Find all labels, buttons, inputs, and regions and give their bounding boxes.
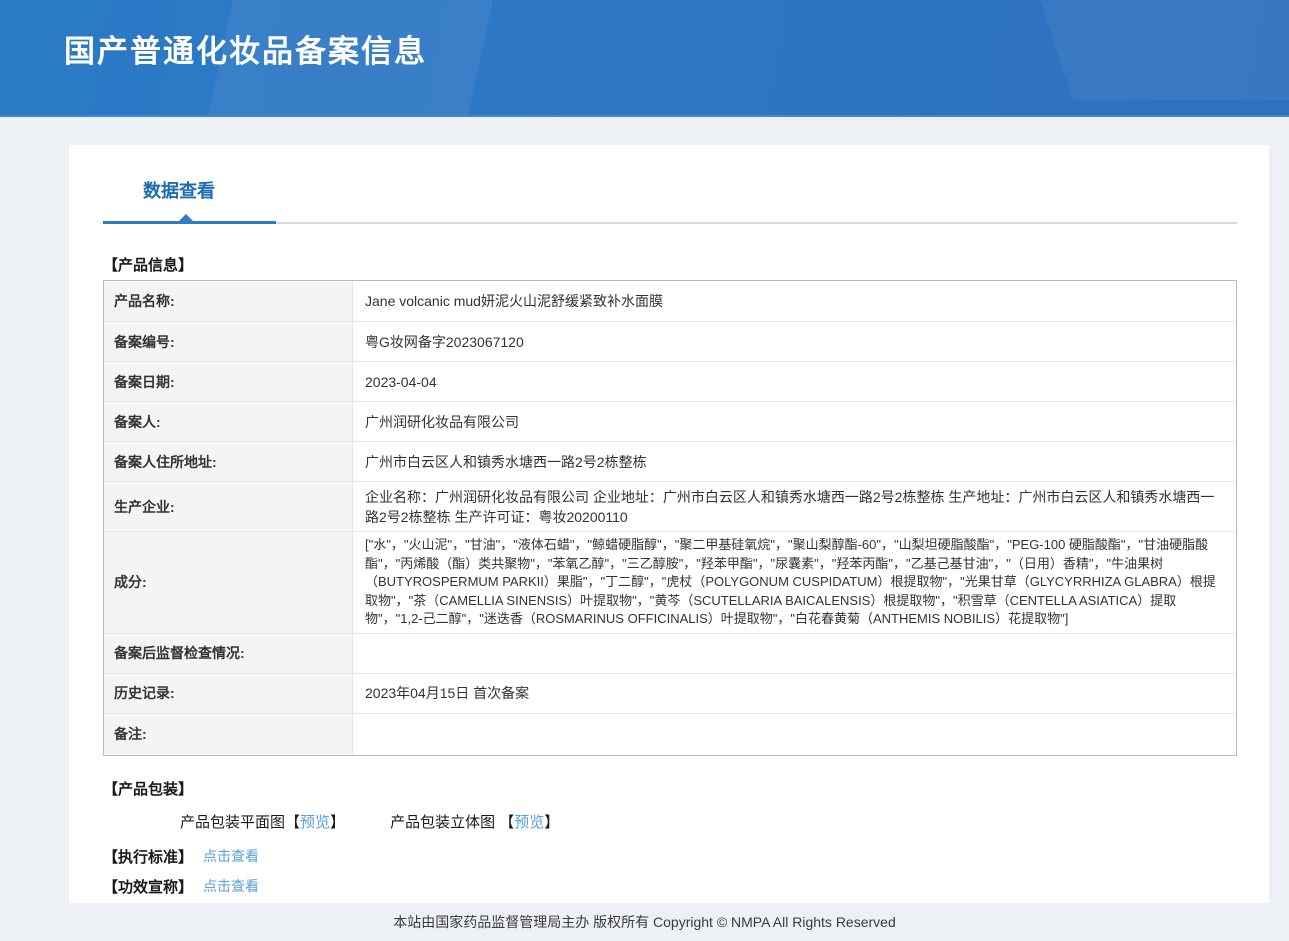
main-card: 数据查看 【产品信息】 产品名称: Jane volcanic mud妍泥火山泥… [69,145,1269,903]
row-label: 备案人住所地址: [104,442,353,481]
table-row-ingredients: 成分: ["水"，"火山泥"，"甘油"，"液体石蜡"，"鲸蜡硬脂醇"，"聚二甲基… [104,531,1236,633]
row-label: 备案编号: [104,322,353,361]
efficacy-section-title: 【功效宣称】 [103,876,193,897]
copyright-text: 本站由国家药品监督管理局主办 版权所有 Copyright © NMPA All… [393,914,895,930]
row-value: 2023年04月15日 首次备案 [353,674,1236,713]
packaging-stereo-group: 产品包装立体图 【预览】 [390,811,559,832]
packaging-stereo-label: 产品包装立体图 [390,814,495,831]
row-label: 备注: [104,714,353,755]
row-value: 企业名称：广州润研化妆品有限公司 企业地址：广州市白云区人和镇秀水塘西一路2号2… [353,482,1236,531]
row-label: 生产企业: [104,482,353,531]
packaging-flat-preview-link[interactable]: 预览 [300,814,330,831]
row-label: 备案后监督检查情况: [104,634,353,673]
row-value: 2023-04-04 [353,362,1236,401]
table-row-registrant-address: 备案人住所地址: 广州市白云区人和镇秀水塘西一路2号2栋整栋 [104,441,1236,481]
standard-section-title: 【执行标准】 [103,846,193,867]
page-header: 国产普通化妆品备案信息 [0,0,1289,117]
product-info-section-title: 【产品信息】 [103,254,1269,275]
row-value: 广州市白云区人和镇秀水塘西一路2号2栋整栋 [353,442,1236,481]
page-title: 国产普通化妆品备案信息 [64,26,427,71]
tab-active-triangle-icon [179,214,193,221]
efficacy-view-link[interactable]: 点击查看 [203,876,259,896]
row-value: Jane volcanic mud妍泥火山泥舒缓紧致补水面膜 [353,281,1236,321]
row-value: ["水"，"火山泥"，"甘油"，"液体石蜡"，"鲸蜡硬脂醇"，"聚二甲基硅氧烷"… [353,532,1236,633]
page-footer: 本站由国家药品监督管理局主办 版权所有 Copyright © NMPA All… [0,903,1289,941]
row-value [353,634,1236,673]
row-label: 历史记录: [104,674,353,713]
tab-data-view[interactable]: 数据查看 [143,177,215,203]
row-label: 备案日期: [104,362,353,401]
table-row-registration-date: 备案日期: 2023-04-04 [104,361,1236,401]
table-row-product-name: 产品名称: Jane volcanic mud妍泥火山泥舒缓紧致补水面膜 [104,281,1236,321]
row-label: 产品名称: [104,281,353,321]
standard-view-link[interactable]: 点击查看 [203,846,259,866]
table-row-registration-number: 备案编号: 粤G妆网备字2023067120 [104,321,1236,361]
row-value: 粤G妆网备字2023067120 [353,322,1236,361]
row-label: 备案人: [104,402,353,441]
packaging-flat-label: 产品包装平面图 [180,814,285,831]
packaging-stereo-preview-link[interactable]: 预览 [514,814,544,831]
product-info-table: 产品名称: Jane volcanic mud妍泥火山泥舒缓紧致补水面膜 备案编… [103,280,1237,756]
table-row-registrant: 备案人: 广州润研化妆品有限公司 [104,401,1236,441]
packaging-links-row: 产品包装平面图【预览】 产品包装立体图 【预览】 [103,811,1269,832]
packaging-flat-group: 产品包装平面图【预览】 [180,811,345,832]
row-value [353,714,1236,755]
efficacy-row: 【功效宣称】 点击查看 [103,876,1269,897]
bracket-open: 【 [499,814,514,831]
tab-active-underline [103,221,276,224]
bracket-open: 【 [285,814,300,831]
bracket-close: 】 [330,814,345,831]
table-row-manufacturer: 生产企业: 企业名称：广州润研化妆品有限公司 企业地址：广州市白云区人和镇秀水塘… [104,481,1236,531]
row-label: 成分: [104,532,353,633]
table-row-supervision: 备案后监督检查情况: [104,633,1236,673]
table-row-history: 历史记录: 2023年04月15日 首次备案 [104,673,1236,713]
bracket-close: 】 [544,814,559,831]
row-value: 广州润研化妆品有限公司 [353,402,1236,441]
standard-row: 【执行标准】 点击查看 [103,846,1269,867]
header-decoration [1027,0,1289,100]
packaging-section-title: 【产品包装】 [103,778,1269,799]
table-row-remarks: 备注: [104,713,1236,755]
tab-bar: 数据查看 [103,145,1237,224]
